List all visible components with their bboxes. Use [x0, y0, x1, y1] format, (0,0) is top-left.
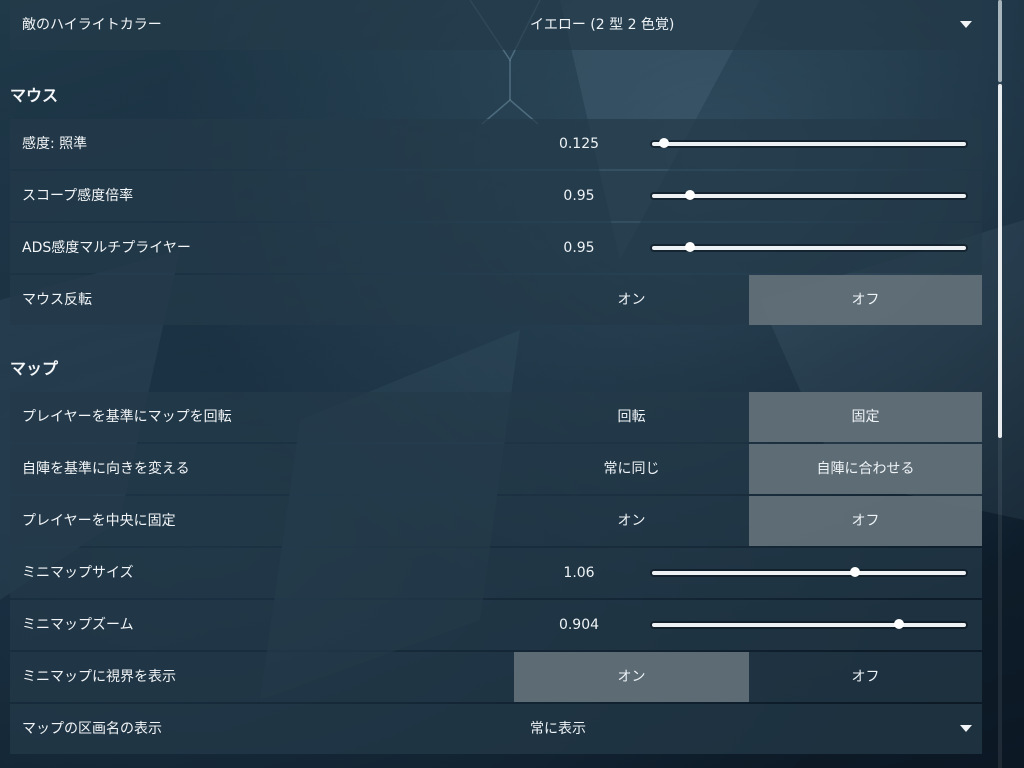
setting-label: 感度: 照準: [22, 136, 88, 152]
slider-value: 0.904: [558, 617, 600, 633]
slider-value: 0.95: [563, 240, 595, 256]
setting-label: ミニマップに視界を表示: [22, 669, 176, 685]
slider-handle[interactable]: [893, 619, 904, 629]
scope-multiplier-slider[interactable]: [652, 190, 966, 200]
setting-invert-mouse: マウス反転 オン オフ: [10, 275, 982, 325]
slider-handle[interactable]: [659, 138, 669, 148]
setting-label: マップの区画名の表示: [22, 721, 162, 737]
setting-sensitivity-aim: 感度: 照準 0.125: [10, 119, 982, 169]
scrollbar-upper: [998, 0, 1002, 82]
setting-label: ミニマップサイズ: [22, 565, 134, 581]
setting-ads-multiplier: ADS感度マルチプライヤー 0.95: [10, 223, 982, 273]
always-same-button[interactable]: 常に同じ: [514, 444, 749, 494]
vision-off-button[interactable]: オフ: [749, 652, 982, 702]
setting-minimap-vision-cones: ミニマップに視界を表示 オン オフ: [10, 652, 982, 702]
scrollbar-thumb[interactable]: [998, 84, 1002, 438]
setting-fixed-orientation: 自陣を基準に向きを変える 常に同じ 自陣に合わせる: [10, 444, 982, 494]
fixed-button[interactable]: 固定: [749, 392, 982, 442]
centered-on-button[interactable]: オン: [514, 496, 749, 546]
setting-minimap-size: ミニマップサイズ 1.06: [10, 548, 982, 598]
invert-off-button[interactable]: オフ: [749, 275, 982, 325]
enemy-highlight-dropdown[interactable]: イエロー (2 型 2 色覚): [514, 0, 982, 50]
setting-label: 自陣を基準に向きを変える: [22, 461, 190, 477]
centered-off-button[interactable]: オフ: [749, 496, 982, 546]
setting-scope-multiplier: スコープ感度倍率 0.95: [10, 171, 982, 221]
setting-label: スコープ感度倍率: [22, 188, 134, 204]
setting-keep-player-centered: プレイヤーを中央に固定 オン オフ: [10, 496, 982, 546]
chevron-down-icon: [960, 725, 972, 732]
match-side-button[interactable]: 自陣に合わせる: [749, 444, 982, 494]
setting-label: プレイヤーを基準にマップを回転: [22, 409, 232, 425]
slider-value: 1.06: [563, 565, 595, 581]
slider-handle[interactable]: [685, 242, 696, 252]
invert-on-button[interactable]: オン: [514, 275, 749, 325]
minimap-size-slider[interactable]: [652, 567, 966, 577]
setting-label: ミニマップズーム: [22, 617, 134, 633]
slider-handle[interactable]: [685, 190, 696, 200]
setting-label: プレイヤーを中央に固定: [22, 513, 176, 529]
rotate-button[interactable]: 回転: [514, 392, 749, 442]
dropdown-value: イエロー (2 型 2 色覚): [530, 17, 675, 33]
sensitivity-slider[interactable]: [652, 138, 966, 148]
setting-rotate-map: プレイヤーを基準にマップを回転 回転 固定: [10, 392, 982, 442]
section-title-mouse: マウス: [10, 86, 59, 105]
minimap-zoom-slider[interactable]: [652, 619, 966, 629]
region-names-dropdown[interactable]: 常に表示: [514, 704, 982, 754]
setting-region-names: マップの区画名の表示 常に表示: [10, 704, 982, 754]
slider-value: 0.95: [563, 188, 595, 204]
setting-label: 敵のハイライトカラー: [22, 17, 162, 33]
vision-on-button[interactable]: オン: [514, 652, 749, 702]
chevron-down-icon: [960, 21, 972, 28]
section-title-map: マップ: [10, 359, 59, 378]
setting-label: ADS感度マルチプライヤー: [22, 240, 191, 256]
ads-multiplier-slider[interactable]: [652, 242, 966, 252]
dropdown-value: 常に表示: [530, 721, 586, 737]
slider-value: 0.125: [558, 136, 600, 152]
setting-enemy-highlight-color: 敵のハイライトカラー イエロー (2 型 2 色覚): [10, 0, 982, 50]
slider-handle[interactable]: [850, 567, 861, 577]
setting-minimap-zoom: ミニマップズーム 0.904: [10, 600, 982, 650]
setting-label: マウス反転: [22, 292, 92, 308]
